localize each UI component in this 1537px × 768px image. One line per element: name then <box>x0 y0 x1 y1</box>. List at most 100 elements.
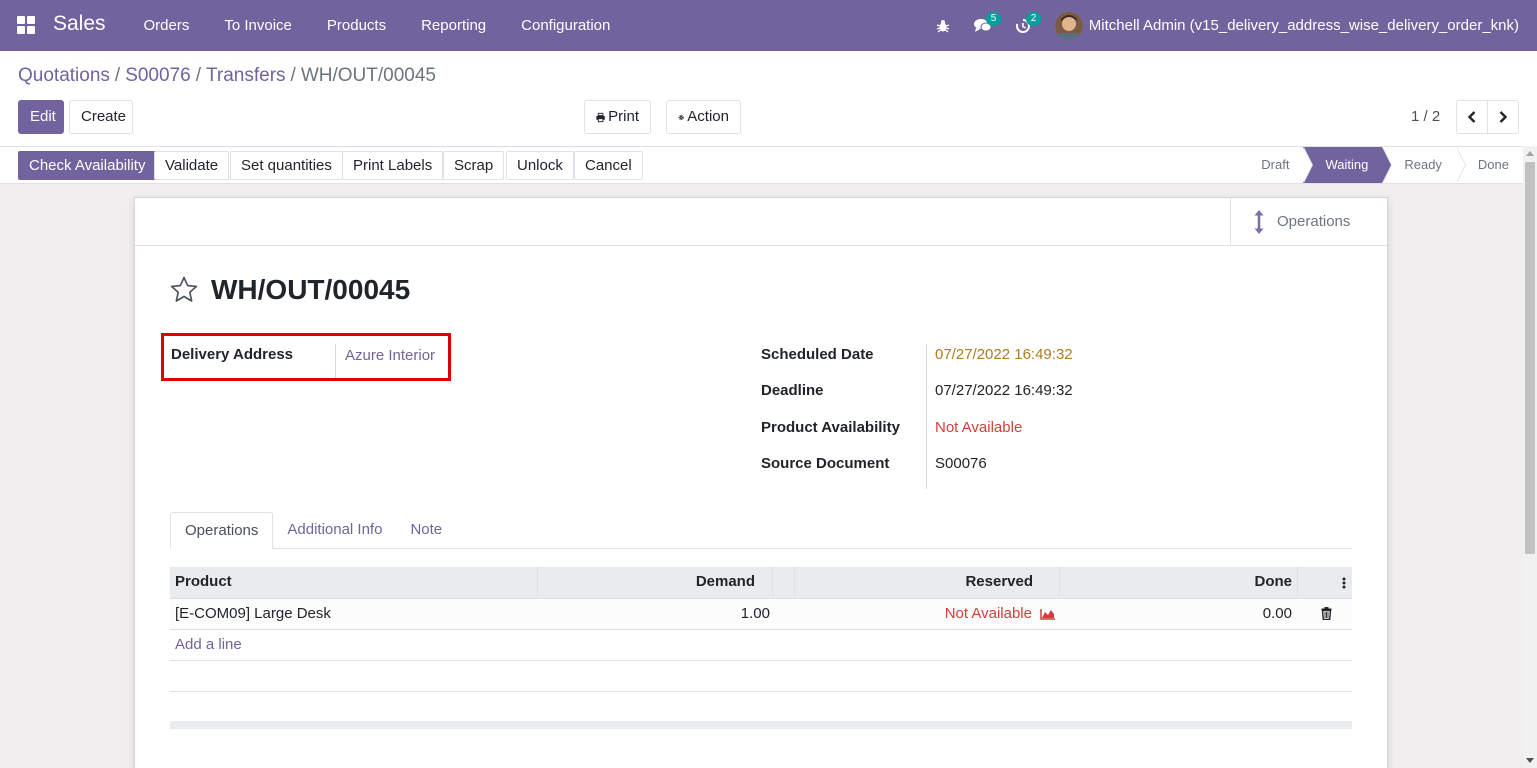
messaging-badge: 5 <box>985 12 1002 26</box>
breadcrumb-quotations[interactable]: Quotations <box>18 65 110 87</box>
create-button[interactable]: Create <box>69 100 133 134</box>
action-button[interactable]: Action <box>666 100 741 134</box>
tab-operations[interactable]: Operations <box>170 512 274 549</box>
cell-reserved: Not Available <box>944 605 1032 622</box>
print-label: Print <box>608 108 639 125</box>
empty-row <box>170 661 1352 692</box>
cancel-button[interactable]: Cancel <box>574 151 643 180</box>
table-footer <box>170 721 1352 729</box>
pager-next-button[interactable] <box>1487 100 1519 134</box>
product-availability-value: Not Available <box>935 419 1023 436</box>
deadline-label: Deadline <box>761 382 824 399</box>
optional-columns-icon[interactable] <box>1342 577 1346 589</box>
delivery-address-value[interactable]: Azure Interior <box>345 347 435 364</box>
menu-to-invoice[interactable]: To Invoice <box>207 0 310 51</box>
status-bar: Check Availability Validate Set quantiti… <box>0 146 1523 184</box>
column-separator[interactable] <box>772 567 773 599</box>
print-labels-button[interactable]: Print Labels <box>342 151 444 180</box>
set-quantities-button[interactable]: Set quantities <box>230 151 343 180</box>
activity-badge: 2 <box>1025 12 1042 26</box>
notebook-tabs: Operations Additional Info Note <box>170 512 1352 549</box>
breadcrumb-sale-order[interactable]: S00076 <box>125 65 191 87</box>
cell-done[interactable]: 0.00 <box>1263 599 1292 629</box>
cell-product[interactable]: [E-COM09] Large Desk <box>175 599 331 629</box>
apps-menu-icon[interactable] <box>17 16 35 34</box>
field-separator <box>335 344 336 378</box>
source-document-label: Source Document <box>761 455 890 472</box>
tab-note[interactable]: Note <box>396 512 456 549</box>
operations-smart-label: Operations <box>1277 213 1351 230</box>
source-document-value[interactable]: S00076 <box>935 455 987 472</box>
status-stages: Draft Waiting Ready Done <box>1239 147 1523 183</box>
print-button[interactable]: Print <box>584 100 651 134</box>
column-demand[interactable]: Demand <box>696 567 755 599</box>
column-separator[interactable] <box>1297 567 1298 599</box>
breadcrumb-transfers[interactable]: Transfers <box>206 65 286 87</box>
chevron-right-icon <box>1499 111 1508 123</box>
stage-done[interactable]: Done <box>1456 147 1523 183</box>
breadcrumb: Quotations / S00076 / Transfers / WH/OUT… <box>18 65 436 87</box>
stage-draft[interactable]: Draft <box>1239 147 1314 183</box>
main-menu: Orders To Invoice Products Reporting Con… <box>126 0 628 51</box>
trash-icon[interactable] <box>1321 607 1332 620</box>
printer-icon <box>596 112 605 122</box>
validate-button[interactable]: Validate <box>154 151 230 180</box>
breadcrumb-separator: / <box>290 65 296 86</box>
vertical-scrollbar[interactable] <box>1523 146 1537 768</box>
scrap-button[interactable]: Scrap <box>443 151 505 180</box>
stage-waiting[interactable]: Waiting <box>1303 147 1393 183</box>
smart-button-box: Operations <box>135 198 1387 246</box>
stage-ready[interactable]: Ready <box>1382 147 1466 183</box>
control-panel: Quotations / S00076 / Transfers / WH/OUT… <box>0 51 1537 146</box>
operations-smart-button[interactable]: Operations <box>1230 198 1387 245</box>
action-label: Action <box>687 108 729 125</box>
pager-previous-button[interactable] <box>1456 100 1488 134</box>
app-name[interactable]: Sales <box>53 12 106 36</box>
user-avatar[interactable] <box>1054 11 1083 40</box>
column-separator[interactable] <box>1059 567 1060 599</box>
field-separator <box>926 344 927 489</box>
vertical-arrows-icon <box>1254 209 1264 234</box>
cell-demand[interactable]: 1.00 <box>741 599 770 629</box>
column-reserved[interactable]: Reserved <box>965 567 1033 599</box>
column-done[interactable]: Done <box>1255 567 1293 599</box>
user-menu-name[interactable]: Mitchell Admin (v15_delivery_address_wis… <box>1089 17 1519 34</box>
gear-icon <box>678 114 684 120</box>
product-availability-label: Product Availability <box>761 419 900 436</box>
table-header: Product Demand Reserved Done <box>170 567 1352 599</box>
star-favorite-icon[interactable] <box>170 276 198 303</box>
column-separator[interactable] <box>794 567 795 599</box>
chevron-left-icon <box>1467 111 1476 123</box>
column-product[interactable]: Product <box>175 567 232 599</box>
breadcrumb-separator: / <box>114 65 121 86</box>
pager-value[interactable]: 1 / 2 <box>1411 108 1440 125</box>
breadcrumb-current: WH/OUT/00045 <box>300 65 436 86</box>
add-line-link[interactable]: Add a line <box>175 630 242 660</box>
scheduled-date-label: Scheduled Date <box>761 346 874 363</box>
unlock-button[interactable]: Unlock <box>506 151 574 180</box>
debug-bug-icon[interactable] <box>923 0 963 51</box>
menu-orders[interactable]: Orders <box>126 0 207 51</box>
deadline-value[interactable]: 07/27/2022 16:49:32 <box>935 382 1073 399</box>
scheduled-date-value[interactable]: 07/27/2022 16:49:32 <box>935 346 1073 363</box>
menu-configuration[interactable]: Configuration <box>504 0 628 51</box>
messaging-icon[interactable]: 5 <box>963 0 1003 51</box>
edit-button[interactable]: Edit <box>18 100 64 134</box>
record-title: WH/OUT/00045 <box>211 274 411 305</box>
add-line-row: Add a line <box>170 630 1352 661</box>
menu-products[interactable]: Products <box>309 0 403 51</box>
scroll-thumb[interactable] <box>1525 162 1535 554</box>
tab-additional-info[interactable]: Additional Info <box>273 512 396 549</box>
check-availability-button[interactable]: Check Availability <box>18 151 157 180</box>
top-navbar: Sales Orders To Invoice Products Reporti… <box>0 0 1537 51</box>
delivery-address-label: Delivery Address <box>171 346 294 363</box>
scroll-down-arrow-icon[interactable] <box>1526 758 1534 763</box>
scroll-up-arrow-icon[interactable] <box>1526 151 1534 156</box>
activity-clock-icon[interactable]: 2 <box>1003 0 1043 51</box>
systray: 5 2 Mitchell Admin (v15_delivery_address… <box>923 0 1537 51</box>
breadcrumb-separator: / <box>195 65 201 86</box>
column-separator[interactable] <box>537 567 538 599</box>
forecast-chart-icon[interactable] <box>1040 608 1056 620</box>
table-row[interactable]: [E-COM09] Large Desk 1.00 Not Available … <box>170 599 1352 630</box>
menu-reporting[interactable]: Reporting <box>404 0 504 51</box>
